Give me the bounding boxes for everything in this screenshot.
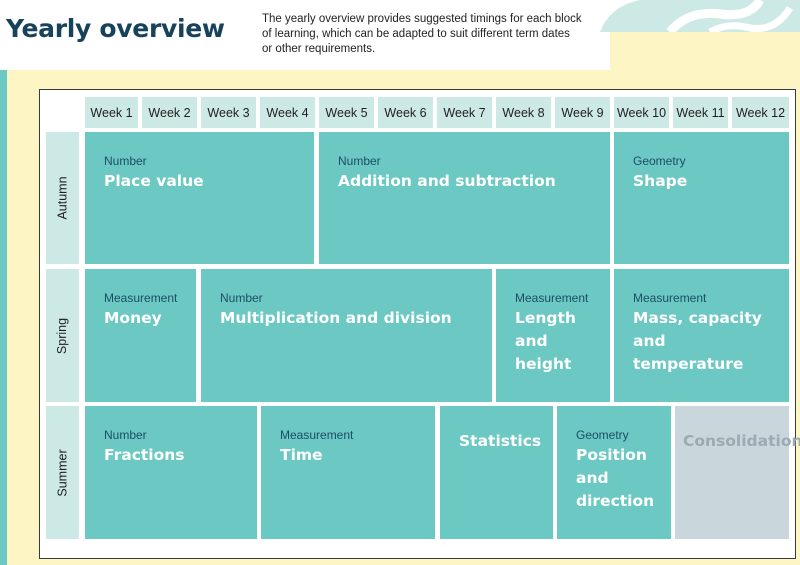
term-label-summer: Summer [46,406,79,539]
block-strand: Number [104,428,147,442]
block-topic: Statistics [459,432,542,450]
block-strand: Measurement [633,291,707,305]
block-position-and-direction: Geometry Position and direction [557,406,671,539]
block-shape: Geometry Shape [614,132,789,264]
header-panel: Yearly overview The yearly overview prov… [0,0,610,70]
term-label-autumn: Autumn [46,132,79,264]
block-strand: Geometry [633,154,686,168]
week-4-header: Week 4 [260,97,315,128]
block-strand: Measurement [104,291,178,305]
block-topic: Addition and subtraction [338,172,556,190]
block-consolidation: Consolidation [675,406,800,539]
block-mass-capacity-temperature: Measurement Mass, capacity and temperatu… [614,269,789,402]
block-strand: Measurement [515,291,589,305]
week-11-header: Week 11 [673,97,728,128]
term-label-spring: Spring [46,269,79,402]
block-strand: Geometry [576,428,629,442]
block-strand: Number [220,291,263,305]
block-topic: Time [280,446,323,464]
left-accent-stripe [0,70,7,565]
decorative-swirl [600,0,800,32]
week-6-header: Week 6 [378,97,433,128]
block-place-value: Number Place value [85,132,314,264]
block-statistics: Statistics [440,406,553,539]
week-8-header: Week 8 [496,97,551,128]
block-multiplication-and-division: Number Multiplication and division [201,269,492,402]
week-7-header: Week 7 [437,97,492,128]
week-12-header: Week 12 [732,97,789,128]
block-topic: Mass, capacity and temperature [633,309,762,373]
page-title: Yearly overview [6,14,225,43]
block-topic: Multiplication and division [220,309,452,327]
week-2-header: Week 2 [142,97,197,128]
block-strand: Measurement [280,428,354,442]
block-topic: Shape [633,172,688,190]
block-strand: Number [104,154,147,168]
intro-text: The yearly overview provides suggested t… [262,13,582,55]
term-label-text: Spring [55,317,70,354]
block-fractions: Number Fractions [85,406,257,539]
block-topic: Place value [104,172,204,190]
week-5-header: Week 5 [319,97,374,128]
block-topic: Fractions [104,446,185,464]
block-topic: Length and height [515,309,576,373]
week-3-header: Week 3 [201,97,256,128]
block-length-and-height: Measurement Length and height [496,269,610,402]
block-topic: Money [104,309,162,327]
block-money: Measurement Money [85,269,196,402]
block-time: Measurement Time [261,406,435,539]
week-1-header: Week 1 [85,97,138,128]
block-topic: Position and direction [576,446,655,510]
block-topic: Consolidation [683,432,800,450]
week-10-header: Week 10 [614,97,669,128]
block-strand: Number [338,154,381,168]
term-label-text: Summer [55,448,70,497]
week-9-header: Week 9 [555,97,610,128]
block-addition-and-subtraction: Number Addition and subtraction [319,132,610,264]
term-label-text: Autumn [55,176,70,220]
